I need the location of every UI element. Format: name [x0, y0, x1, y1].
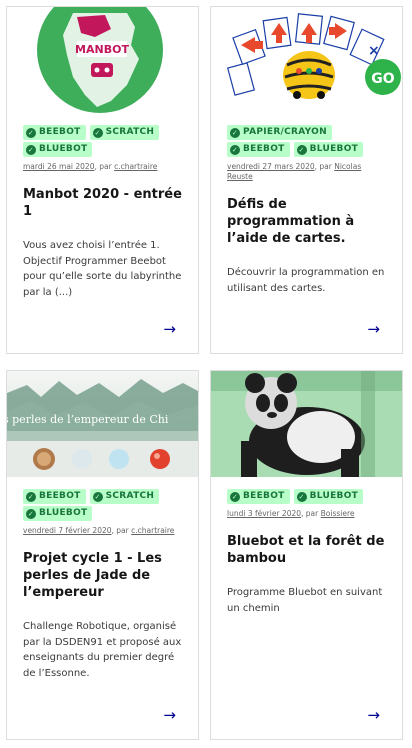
author-link[interactable]: c.chartraire [131, 526, 174, 535]
card-meta: lundi 3 février 2020, par Boissiere [227, 509, 355, 518]
post-date: vendredi 27 mars 2020 [227, 162, 315, 171]
check-icon: ✓ [92, 127, 103, 138]
tag-badge[interactable]: ✓ BEEBOT [227, 142, 290, 157]
article-card[interactable]: ✓ BEEBOT ✓ BLUEBOT lundi 3 février 2020, p… [210, 370, 403, 740]
tag-badge[interactable]: ✓ BEEBOT [23, 489, 86, 504]
author-link[interactable]: Boissiere [321, 509, 355, 518]
card-description: Découvrir la programmation en utilisant … [227, 267, 385, 294]
card-meta: vendredi 27 mars 2020, par Nicolas Reust… [227, 162, 362, 181]
article-card[interactable]: MANBOT ✓ BEEBOT ✓ SCRATCH ✓ BLUEBOT mardi 2… [6, 6, 199, 354]
card-image [211, 371, 402, 477]
author-link[interactable]: c.chartraire [114, 162, 157, 171]
card-image: s perles de l’empereur de Chi [7, 371, 198, 477]
go-card-text: GO [371, 71, 394, 87]
check-icon: ✓ [230, 127, 240, 138]
post-date: vendredi 7 février 2020 [23, 526, 112, 535]
post-date: mardi 26 mai 2020 [23, 162, 95, 171]
banner-text: s perles de l’empereur de Chi [7, 413, 169, 426]
check-icon: ✓ [296, 144, 307, 155]
check-icon: ✓ [26, 491, 36, 502]
tag-badge[interactable]: ✓ SCRATCH [89, 125, 160, 140]
tag-badge[interactable]: ✓ PAPIER/CRAYON [227, 125, 332, 140]
tag-list: ✓ PAPIER/CRAYON ✓ BEEBOT ✓ BLUEBOT [227, 125, 386, 157]
card-title[interactable]: Projet cycle 1 - Les perles de Jade de l… [23, 550, 182, 601]
tag-badge[interactable]: ✓ SCRATCH [89, 489, 160, 504]
tag-badge[interactable]: ✓ BLUEBOT [293, 142, 364, 157]
card-image: MANBOT [7, 7, 198, 113]
tag-badge[interactable]: ✓ BLUEBOT [23, 142, 93, 157]
manbot-logo-text: MANBOT [75, 43, 129, 56]
tag-list: ✓ BEEBOT ✓ SCRATCH ✓ BLUEBOT [23, 125, 182, 157]
card-image: × GO [211, 7, 402, 113]
card-meta: mardi 26 mai 2020, par c.chartraire [23, 162, 158, 171]
check-icon: ✓ [26, 144, 36, 155]
card-description: Vous avez choisi l’entrée 1. Objectif Pr… [23, 240, 182, 298]
article-card[interactable]: × GO ✓ PAPIER/CRAYON ✓ BEEBOT ✓ BLUEBOT ven… [210, 6, 403, 354]
check-icon: ✓ [92, 491, 103, 502]
check-icon: ✓ [230, 144, 240, 155]
tag-badge[interactable]: ✓ BLUEBOT [23, 506, 93, 521]
card-description: Challenge Robotique, organisé par la DSD… [23, 621, 182, 679]
tag-list: ✓ BEEBOT ✓ BLUEBOT [227, 489, 386, 504]
tag-list: ✓ BEEBOT ✓ SCRATCH ✓ BLUEBOT [23, 489, 182, 521]
card-meta: vendredi 7 février 2020, par c.chartrair… [23, 526, 175, 535]
card-title[interactable]: Défis de programmation à l’aide de carte… [227, 196, 386, 247]
check-icon: ✓ [26, 508, 36, 519]
svg-text:×: × [368, 43, 380, 59]
arrow-right-icon[interactable]: → [163, 708, 176, 723]
check-icon: ✓ [296, 491, 307, 502]
tag-badge[interactable]: ✓ BLUEBOT [293, 489, 364, 504]
card-description: Programme Bluebot en suivant un chemin [227, 587, 383, 614]
arrow-right-icon[interactable]: → [367, 708, 380, 723]
card-title[interactable]: Manbot 2020 - entrée 1 [23, 186, 182, 220]
arrow-right-icon[interactable]: → [367, 322, 380, 337]
article-card[interactable]: s perles de l’empereur de Chi ✓ BEEBOT ✓ S… [6, 370, 199, 740]
check-icon: ✓ [26, 127, 36, 138]
arrow-right-icon[interactable]: → [163, 322, 176, 337]
tag-badge[interactable]: ✓ BEEBOT [227, 489, 290, 504]
check-icon: ✓ [230, 491, 240, 502]
post-date: lundi 3 février 2020 [227, 509, 302, 518]
tag-badge[interactable]: ✓ BEEBOT [23, 125, 86, 140]
card-title[interactable]: Bluebot et la forêt de bambou [227, 533, 386, 567]
